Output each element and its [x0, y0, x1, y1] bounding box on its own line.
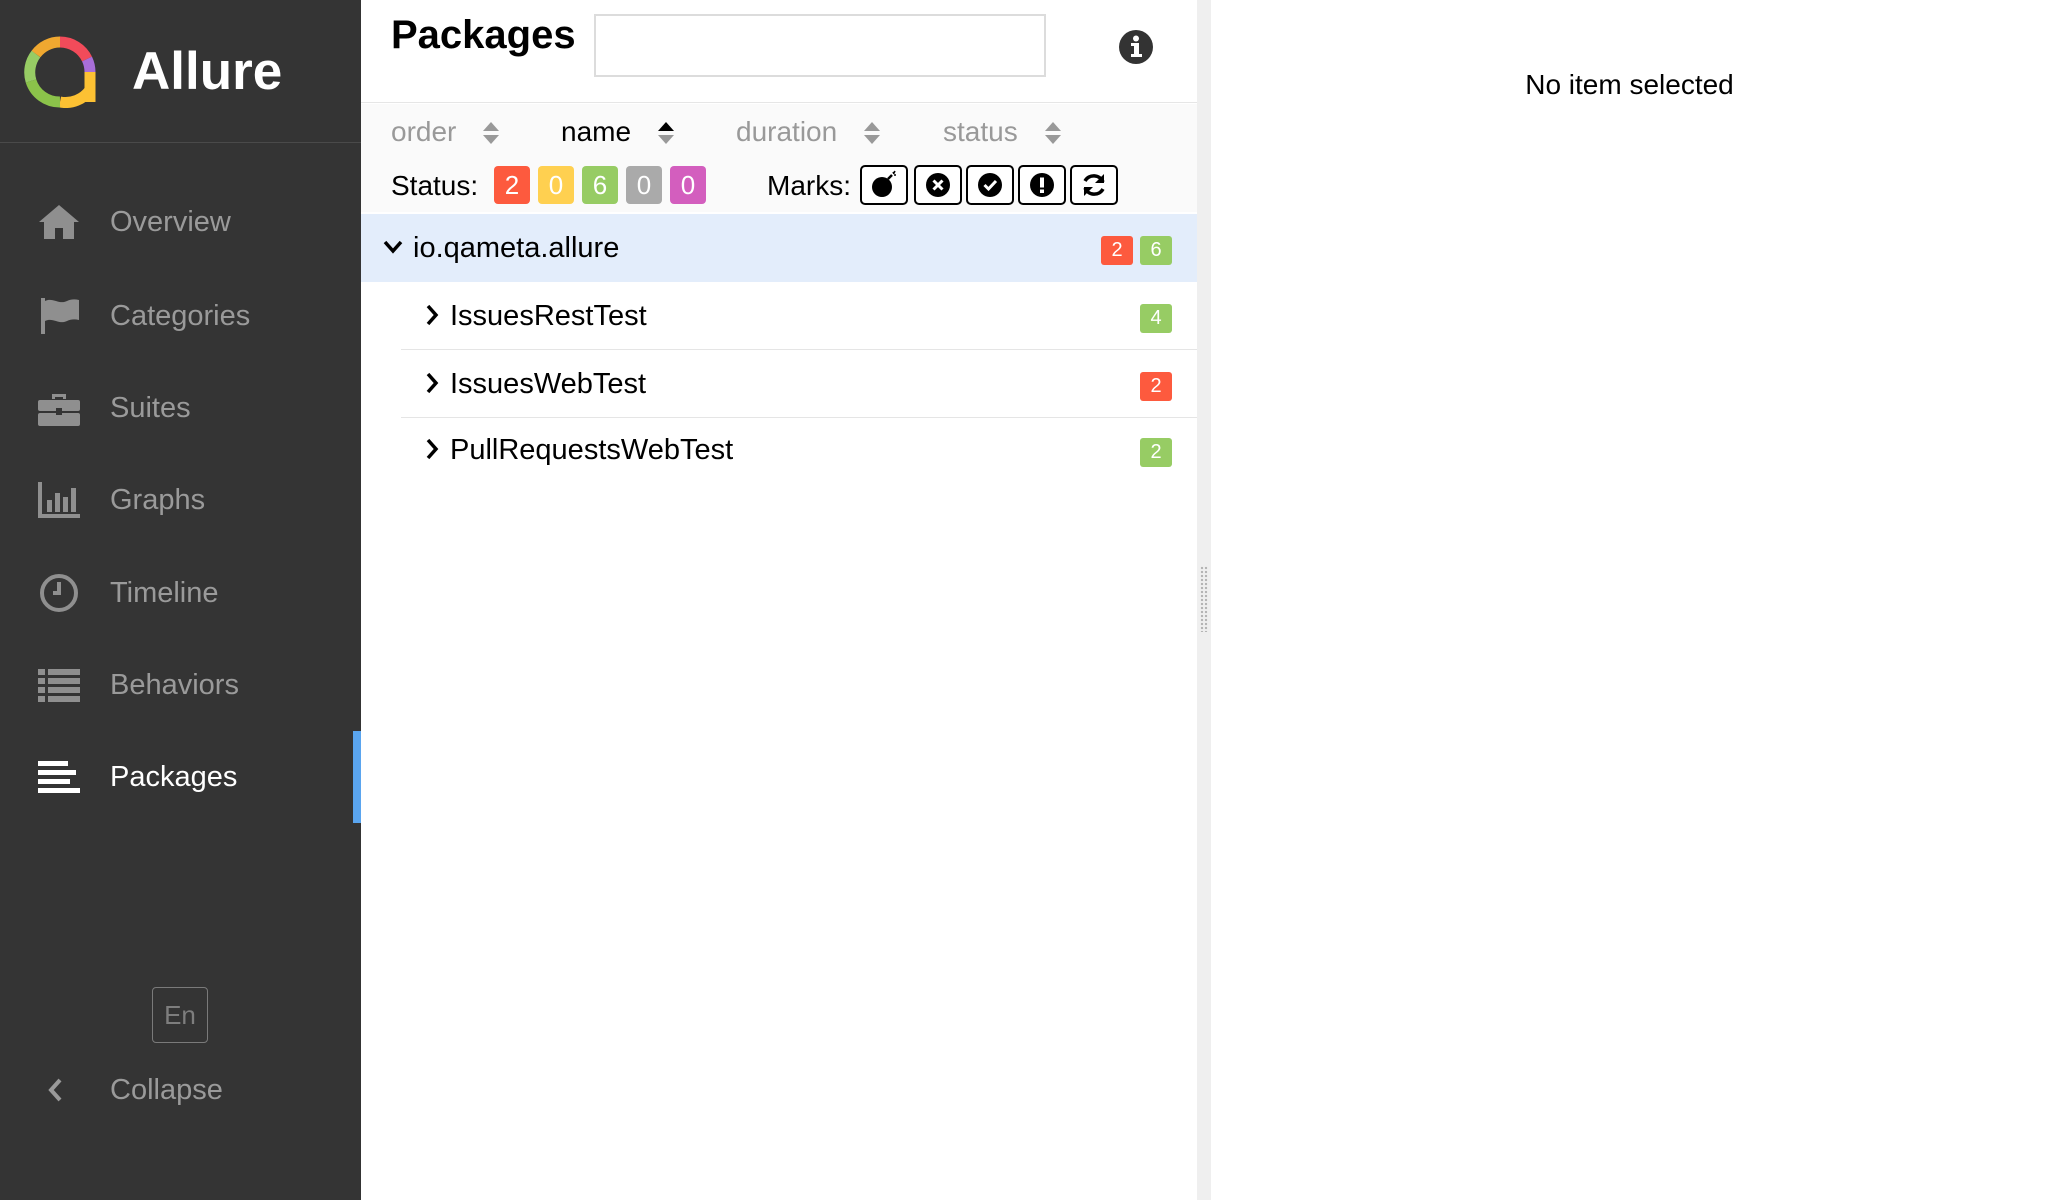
sidebar-item-overview[interactable]: Overview	[0, 176, 361, 268]
sidebar-item-categories[interactable]: Categories	[0, 270, 361, 362]
sort-label: status	[943, 116, 1018, 147]
check-circle-icon	[978, 173, 1002, 197]
home-icon	[36, 201, 82, 243]
bar-chart-icon	[36, 479, 82, 521]
exclamation-circle-icon	[1030, 173, 1054, 197]
sort-label: order	[391, 116, 457, 147]
pane-splitter[interactable]	[1197, 0, 1211, 1200]
marks-filter-label: Marks:	[767, 170, 851, 201]
failed-count-badge: 2	[1140, 372, 1172, 401]
sort-arrows-icon	[863, 119, 881, 145]
tree-header: Packages	[361, 0, 1197, 103]
status-filter-broken[interactable]: 0	[538, 166, 574, 204]
sort-by-order[interactable]: order	[391, 114, 500, 150]
mark-filter-retries[interactable]	[1070, 165, 1118, 205]
filter-bar: Status: 2 0 6 0 0 Marks:	[361, 160, 1197, 212]
collapse-button[interactable]: Collapse	[0, 1062, 361, 1118]
sort-arrows-icon	[1044, 119, 1062, 145]
empty-state-message: No item selected	[1525, 69, 1734, 100]
chevron-right-icon	[421, 370, 443, 396]
tree-pane: Packages order name duration status Stat…	[361, 0, 1197, 1200]
sidebar-item-packages[interactable]: Packages	[0, 731, 361, 823]
brand-name: Allure	[132, 42, 283, 101]
sort-label: duration	[736, 116, 838, 147]
align-left-icon	[36, 756, 82, 798]
briefcase-icon	[36, 387, 82, 429]
tree-row[interactable]: PullRequestsWebTest 2	[361, 416, 1197, 484]
sidebar-item-label: Overview	[110, 206, 231, 238]
tree-row[interactable]: IssuesRestTest 4	[361, 282, 1197, 350]
sidebar: Allure Overview Categories Suites Graphs…	[0, 0, 361, 1200]
status-filter-label: Status:	[391, 170, 479, 201]
sort-ascending-icon	[657, 119, 675, 145]
search-input[interactable]	[594, 14, 1046, 77]
failed-count-badge: 2	[1101, 236, 1133, 265]
flag-icon	[36, 295, 82, 337]
sidebar-item-label: Categories	[110, 300, 251, 332]
sidebar-item-label: Behaviors	[110, 669, 239, 701]
status-filter-unknown[interactable]: 0	[670, 166, 706, 204]
bomb-icon	[872, 170, 896, 197]
chevron-down-icon	[382, 234, 404, 260]
mark-filter-flaky[interactable]	[860, 165, 908, 205]
sort-label: name	[561, 116, 632, 147]
row-label: PullRequestsWebTest	[450, 434, 734, 466]
splitter-grip-icon[interactable]	[1200, 566, 1208, 632]
sort-by-duration[interactable]: duration	[736, 114, 881, 150]
row-label: IssuesWebTest	[450, 368, 647, 400]
clock-icon	[36, 572, 82, 614]
refresh-icon	[1083, 174, 1105, 196]
detail-pane: No item selected	[1211, 0, 2048, 1200]
allure-logo-icon	[24, 36, 96, 108]
collapse-label: Collapse	[110, 1074, 223, 1106]
status-filter-skipped[interactable]: 0	[626, 166, 662, 204]
sidebar-item-label: Timeline	[110, 577, 219, 609]
info-icon[interactable]	[1117, 28, 1155, 66]
sidebar-item-timeline[interactable]: Timeline	[0, 547, 361, 639]
row-label: IssuesRestTest	[450, 300, 647, 332]
chevron-left-icon	[44, 1075, 68, 1105]
times-circle-icon	[926, 173, 950, 197]
page-title: Packages	[391, 13, 576, 57]
sidebar-item-graphs[interactable]: Graphs	[0, 454, 361, 546]
status-filter-passed[interactable]: 6	[582, 166, 618, 204]
sidebar-item-label: Suites	[110, 392, 191, 424]
sidebar-item-behaviors[interactable]: Behaviors	[0, 639, 361, 731]
chevron-right-icon	[421, 302, 443, 328]
sort-by-status[interactable]: status	[943, 114, 1062, 150]
list-icon	[36, 664, 82, 706]
tree-group-row[interactable]: io.qameta.allure 2 6	[361, 214, 1197, 282]
status-filter-failed[interactable]: 2	[494, 166, 530, 204]
sort-by-name[interactable]: name	[561, 114, 675, 150]
sort-bar: order name duration status	[361, 104, 1197, 160]
sidebar-item-label: Graphs	[110, 484, 206, 516]
mark-filter-new-failed[interactable]	[914, 165, 962, 205]
sort-arrows-icon	[482, 119, 500, 145]
mark-filter-new-broken[interactable]	[1018, 165, 1066, 205]
mark-filter-new-passed[interactable]	[966, 165, 1014, 205]
language-button[interactable]: En	[152, 987, 208, 1043]
passed-count-badge: 2	[1140, 438, 1172, 467]
passed-count-badge: 6	[1140, 236, 1172, 265]
chevron-right-icon	[421, 436, 443, 462]
group-label: io.qameta.allure	[413, 232, 620, 264]
tree-row[interactable]: IssuesWebTest 2	[361, 350, 1197, 418]
sidebar-item-suites[interactable]: Suites	[0, 362, 361, 454]
passed-count-badge: 4	[1140, 304, 1172, 333]
brand-header[interactable]: Allure	[0, 0, 361, 143]
sidebar-item-label: Packages	[110, 761, 238, 793]
